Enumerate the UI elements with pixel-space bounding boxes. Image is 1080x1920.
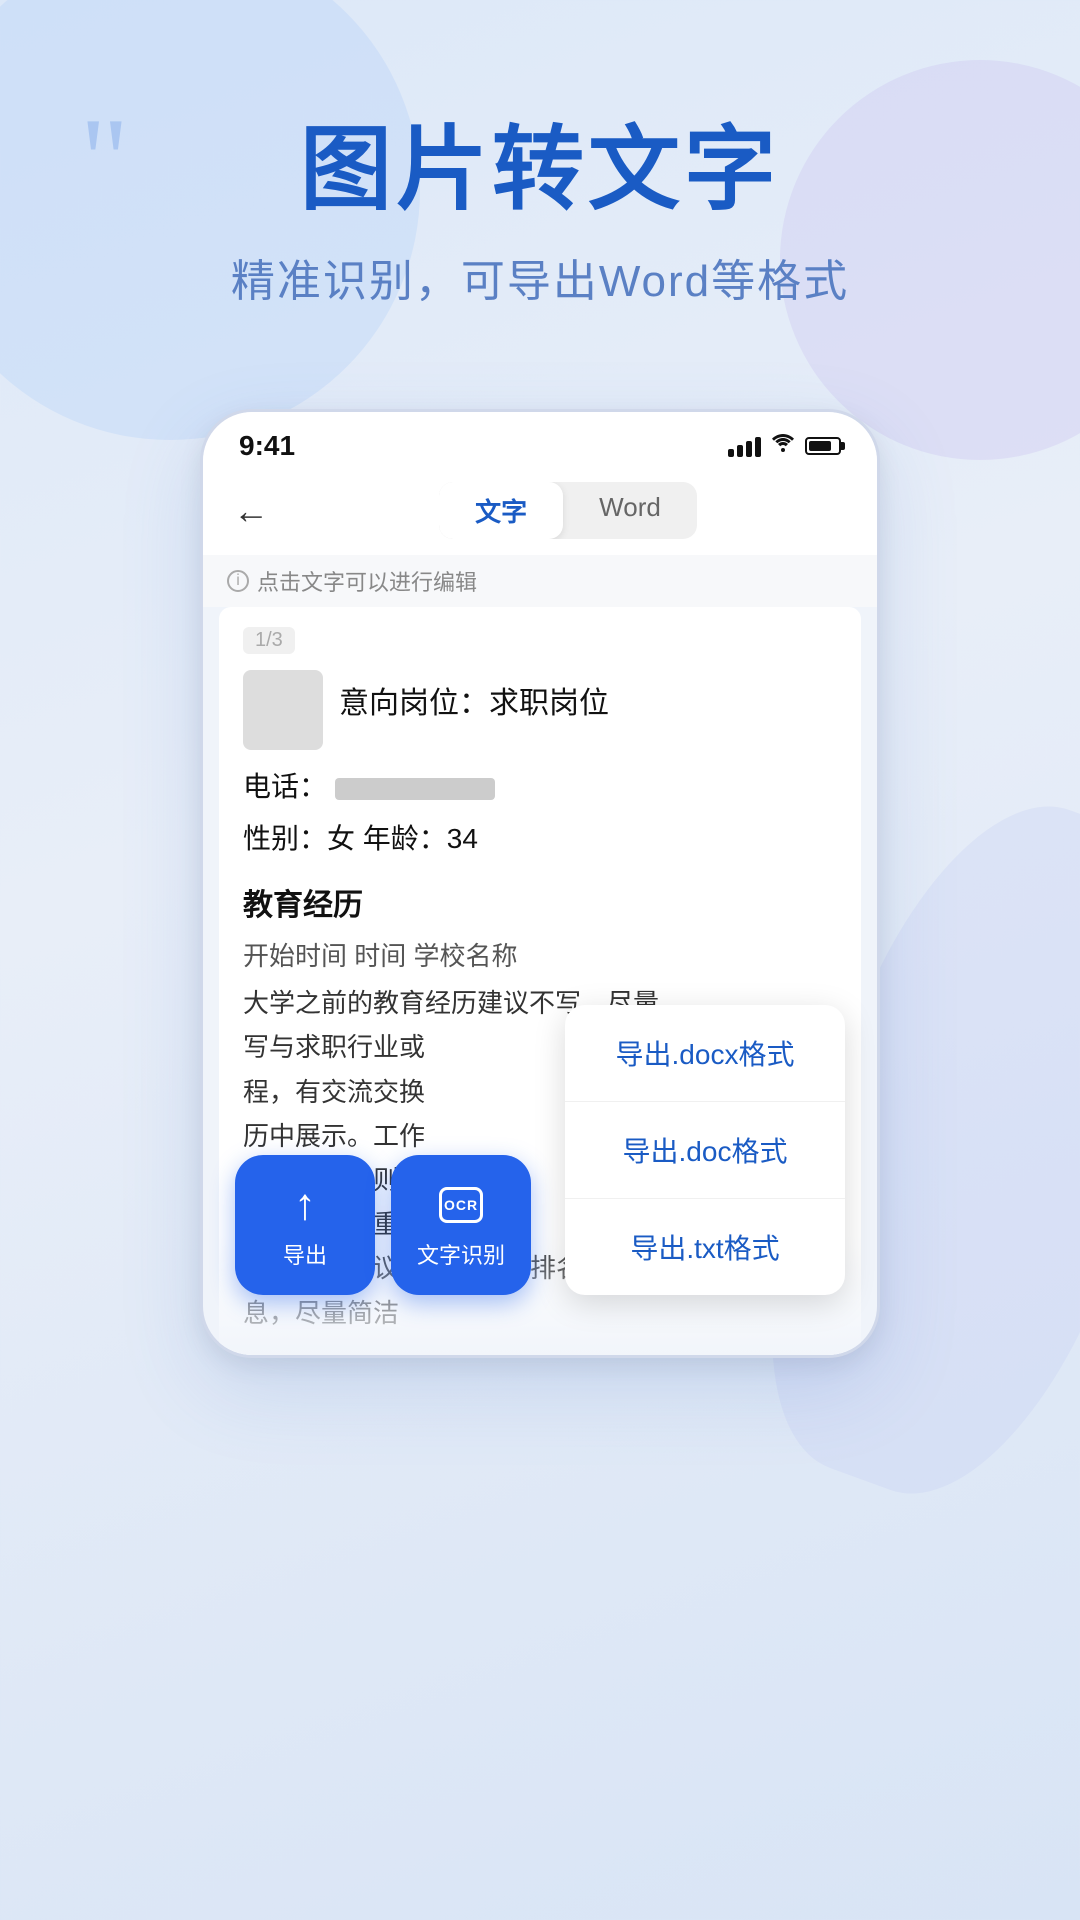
doc-header-row: 意向岗位：求职岗位 <box>243 670 837 750</box>
hero-section: " 图片转文字 精准识别，可导出Word等格式 <box>0 0 1080 369</box>
ocr-box: OCR <box>439 1187 483 1223</box>
info-icon: i <box>227 570 249 592</box>
wifi-icon <box>771 433 795 459</box>
status-time: 9:41 <box>239 430 295 462</box>
export-docx[interactable]: 导出.docx格式 <box>565 1005 845 1102</box>
tab-word[interactable]: Word <box>563 482 697 539</box>
ocr-icon: OCR <box>436 1180 486 1230</box>
document-area[interactable]: 1/3 意向岗位：求职岗位 电话： 性别：女 年龄：34 教育经历 开始时间 时… <box>219 607 861 1355</box>
nav-bar: ← 文字 Word <box>203 470 877 555</box>
hint-text: 点击文字可以进行编辑 <box>257 565 477 597</box>
upload-icon: ↑ <box>294 1180 316 1230</box>
section-education: 教育经历 <box>243 880 837 924</box>
export-txt[interactable]: 导出.txt格式 <box>565 1199 845 1295</box>
blurred-phone <box>335 778 495 800</box>
doc-avatar <box>243 670 323 750</box>
doc-phone-line: 电话： <box>243 766 837 808</box>
phone-frame: 9:41 <box>200 409 880 1358</box>
tab-group: 文字 Word <box>439 482 697 539</box>
doc-position: 意向岗位：求职岗位 <box>339 670 609 722</box>
tab-text[interactable]: 文字 <box>439 482 563 539</box>
table-header: 开始时间 时间 学校名称 <box>243 936 837 973</box>
doc-gender-age: 性别：女 年龄：34 <box>243 818 837 860</box>
status-bar: 9:41 <box>203 412 877 470</box>
export-label: 导出 <box>283 1238 327 1270</box>
ocr-label: 文字识别 <box>417 1238 505 1270</box>
ocr-button[interactable]: OCR 文字识别 <box>391 1155 531 1295</box>
export-popup: 导出.docx格式 导出.doc格式 导出.txt格式 <box>565 1005 845 1295</box>
hero-title: 图片转文字 <box>80 120 1000 221</box>
battery-fill <box>809 441 831 451</box>
page-indicator: 1/3 <box>243 627 295 654</box>
export-doc[interactable]: 导出.doc格式 <box>565 1102 845 1199</box>
export-button[interactable]: ↑ 导出 <box>235 1155 375 1295</box>
battery-icon <box>805 437 841 455</box>
status-icons <box>728 433 841 459</box>
decorative-quote: " <box>80 100 129 220</box>
phone-wrapper: 9:41 <box>0 409 1080 1358</box>
float-buttons: ↑ 导出 OCR 文字识别 <box>235 1155 531 1295</box>
signal-icon <box>728 435 761 457</box>
edit-hint: i 点击文字可以进行编辑 <box>203 555 877 607</box>
hero-subtitle: 精准识别，可导出Word等格式 <box>80 245 1000 309</box>
back-button[interactable]: ← <box>233 490 269 532</box>
